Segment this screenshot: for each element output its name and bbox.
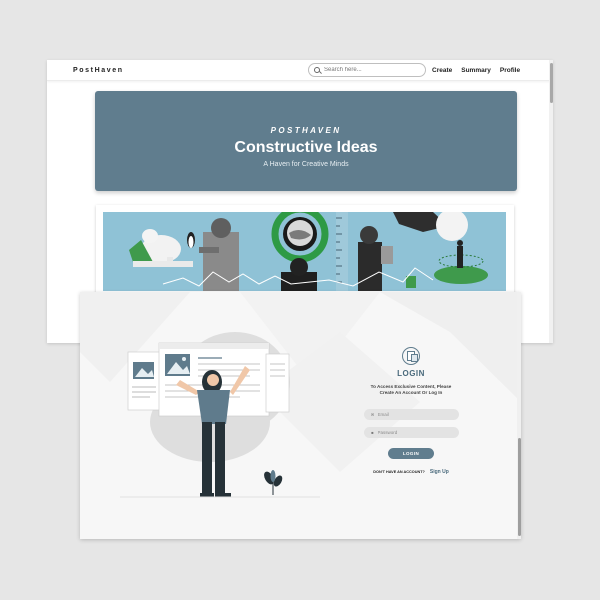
login-description: To Access Exclusive Content, Please Crea… [355,384,467,396]
logo-icon [402,347,420,365]
lock-icon: ■ [371,429,374,435]
brand-logo[interactable]: PostHaven [73,67,124,74]
search-input[interactable] [324,67,419,73]
search-icon [314,67,320,73]
password-input[interactable] [377,430,448,435]
scrollbar[interactable] [549,60,553,343]
nav-links: Create Summary Profile [432,67,520,74]
signup-row: DON'T HAVE AN ACCOUNT? Sign Up [355,469,467,475]
email-field[interactable]: ✉ [363,409,459,420]
password-field[interactable]: ■ [363,427,459,438]
login-window: LOGIN To Access Exclusive Content, Pleas… [80,292,521,539]
top-nav: PostHaven Create Summary Profile [47,60,553,81]
login-title: LOGIN [397,369,425,378]
hero-banner: POSTHAVEN Constructive Ideas A Haven for… [95,91,517,191]
scrollbar-thumb[interactable] [517,438,521,536]
signup-link[interactable]: Sign Up [430,469,449,475]
hero-title: Constructive Ideas [234,139,378,156]
nav-create[interactable]: Create [432,67,452,74]
email-input[interactable] [377,412,448,417]
collage-image [103,212,506,291]
hero-subtitle: A Haven for Creative Minds [263,161,349,168]
login-form: LOGIN To Access Exclusive Content, Pleas… [355,347,467,497]
nav-summary[interactable]: Summary [461,67,491,74]
mail-icon: ✉ [370,411,375,417]
scrollbar[interactable] [517,292,521,539]
login-button[interactable]: LOGIN [388,448,434,459]
scrollbar-thumb[interactable] [549,63,553,103]
login-description-line: Create An Account Or Log In [379,390,443,395]
signup-question: DON'T HAVE AN ACCOUNT? [373,470,425,474]
hero-kicker: POSTHAVEN [270,126,342,135]
collage-art [103,212,506,291]
nav-profile[interactable]: Profile [500,67,520,74]
search-box[interactable] [308,63,426,77]
